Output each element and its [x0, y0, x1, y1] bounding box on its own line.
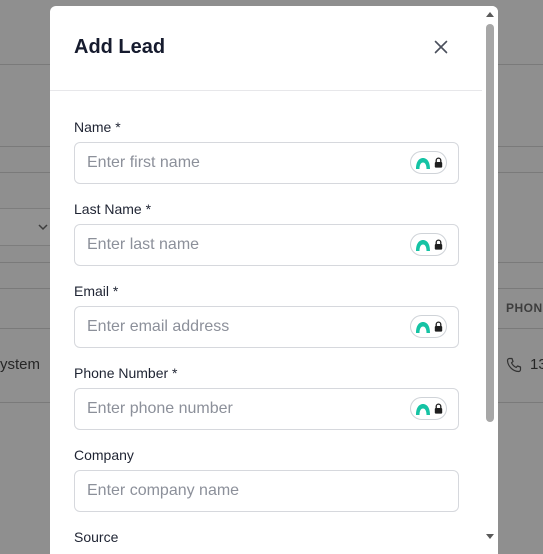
field-label: Last Name *	[74, 201, 152, 217]
table-cell-phone: 13	[530, 356, 543, 373]
scroll-down-arrow-icon[interactable]	[485, 533, 495, 541]
lock-icon	[434, 239, 442, 250]
company-input[interactable]	[74, 470, 459, 512]
field-label: Company	[74, 447, 134, 463]
add-lead-modal: Add Lead Name * Last Name *	[50, 6, 498, 554]
modal-scrollbar[interactable]	[482, 6, 498, 554]
table-cell-source: ystem	[0, 356, 41, 373]
modal-header: Add Lead	[50, 6, 482, 91]
close-button[interactable]	[430, 36, 452, 58]
column-header-phone: PHON	[506, 301, 543, 315]
phone-number-field: Phone Number *	[74, 363, 459, 431]
lock-icon	[434, 157, 442, 168]
password-manager-badge[interactable]	[410, 397, 447, 420]
lock-icon	[434, 321, 442, 332]
scrollbar-thumb[interactable]	[486, 24, 494, 422]
password-manager-icon	[415, 321, 430, 333]
password-manager-badge[interactable]	[410, 151, 447, 174]
company-field: Company	[74, 445, 459, 513]
first-name-field: Name *	[74, 117, 459, 185]
source-field: Source	[74, 527, 459, 554]
first-name-input[interactable]	[74, 142, 459, 184]
last-name-field: Last Name *	[74, 199, 459, 267]
chevron-down-icon	[38, 224, 48, 231]
close-icon	[434, 40, 448, 54]
field-label: Source	[74, 529, 119, 545]
phone-icon	[506, 357, 522, 373]
modal-title: Add Lead	[74, 36, 166, 58]
password-manager-icon	[415, 239, 430, 251]
password-manager-badge[interactable]	[410, 315, 447, 338]
password-manager-icon	[415, 157, 430, 169]
field-label: Email *	[74, 283, 119, 299]
password-manager-icon	[415, 403, 430, 415]
lock-icon	[434, 403, 442, 414]
scroll-up-arrow-icon[interactable]	[485, 10, 495, 18]
field-label: Phone Number *	[74, 365, 178, 381]
phone-number-input[interactable]	[74, 388, 459, 430]
password-manager-badge[interactable]	[410, 233, 447, 256]
email-field: Email *	[74, 281, 459, 349]
email-input[interactable]	[74, 306, 459, 348]
field-label: Name *	[74, 119, 121, 135]
last-name-input[interactable]	[74, 224, 459, 266]
